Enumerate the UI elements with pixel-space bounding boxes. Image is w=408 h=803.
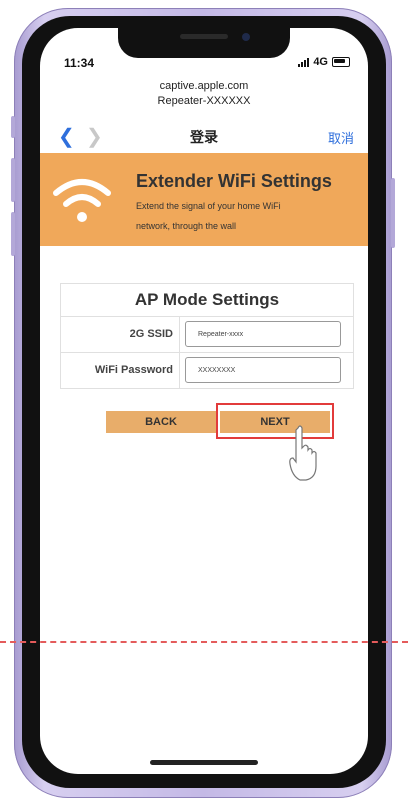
network-label: 4G bbox=[313, 56, 328, 68]
settings-banner: Extender WiFi Settings Extend the signal… bbox=[40, 153, 368, 246]
url-host: captive.apple.com bbox=[159, 80, 249, 92]
phone-screen: 11:34 4G captive.apple.com Repeater-XXXX… bbox=[40, 28, 368, 774]
status-indicators: 4G bbox=[298, 56, 350, 68]
home-indicator bbox=[150, 760, 258, 765]
power-button bbox=[391, 178, 395, 248]
ssid-input[interactable]: Repeater-xxxx bbox=[185, 321, 341, 347]
table-divider bbox=[61, 316, 353, 317]
cancel-button[interactable]: 取消 bbox=[328, 128, 354, 147]
table-divider bbox=[179, 316, 180, 388]
camera-icon bbox=[242, 33, 250, 41]
speaker-icon bbox=[180, 34, 228, 39]
url-network-name: Repeater-XXXXXX bbox=[157, 95, 251, 107]
page-title: 登录 bbox=[190, 129, 218, 145]
mute-switch bbox=[11, 116, 15, 138]
form-title: AP Mode Settings bbox=[134, 290, 280, 309]
table-divider bbox=[61, 352, 353, 353]
pointing-hand-icon bbox=[289, 425, 317, 481]
dashed-guide-line bbox=[0, 641, 408, 643]
wifi-icon bbox=[53, 179, 111, 222]
ap-mode-settings-table: AP Mode Settings 2G SSID Repeater-xxxx W… bbox=[60, 283, 354, 389]
status-time: 11:34 bbox=[64, 56, 95, 70]
ssid-label: 2G SSID bbox=[129, 328, 173, 340]
banner-subtitle-line2: network, through the wall bbox=[136, 221, 237, 231]
signal-icon bbox=[298, 57, 310, 67]
banner-title: Extender WiFi Settings bbox=[136, 171, 332, 191]
battery-icon bbox=[332, 57, 350, 67]
back-button[interactable]: BACK bbox=[106, 411, 216, 433]
password-label: WiFi Password bbox=[94, 364, 173, 376]
volume-up-button bbox=[11, 158, 15, 202]
notch bbox=[118, 28, 290, 58]
banner-subtitle-line1: Extend the signal of your home WiFi bbox=[136, 201, 281, 211]
volume-down-button bbox=[11, 212, 15, 256]
password-input[interactable]: XXXXXXXX bbox=[185, 357, 341, 383]
